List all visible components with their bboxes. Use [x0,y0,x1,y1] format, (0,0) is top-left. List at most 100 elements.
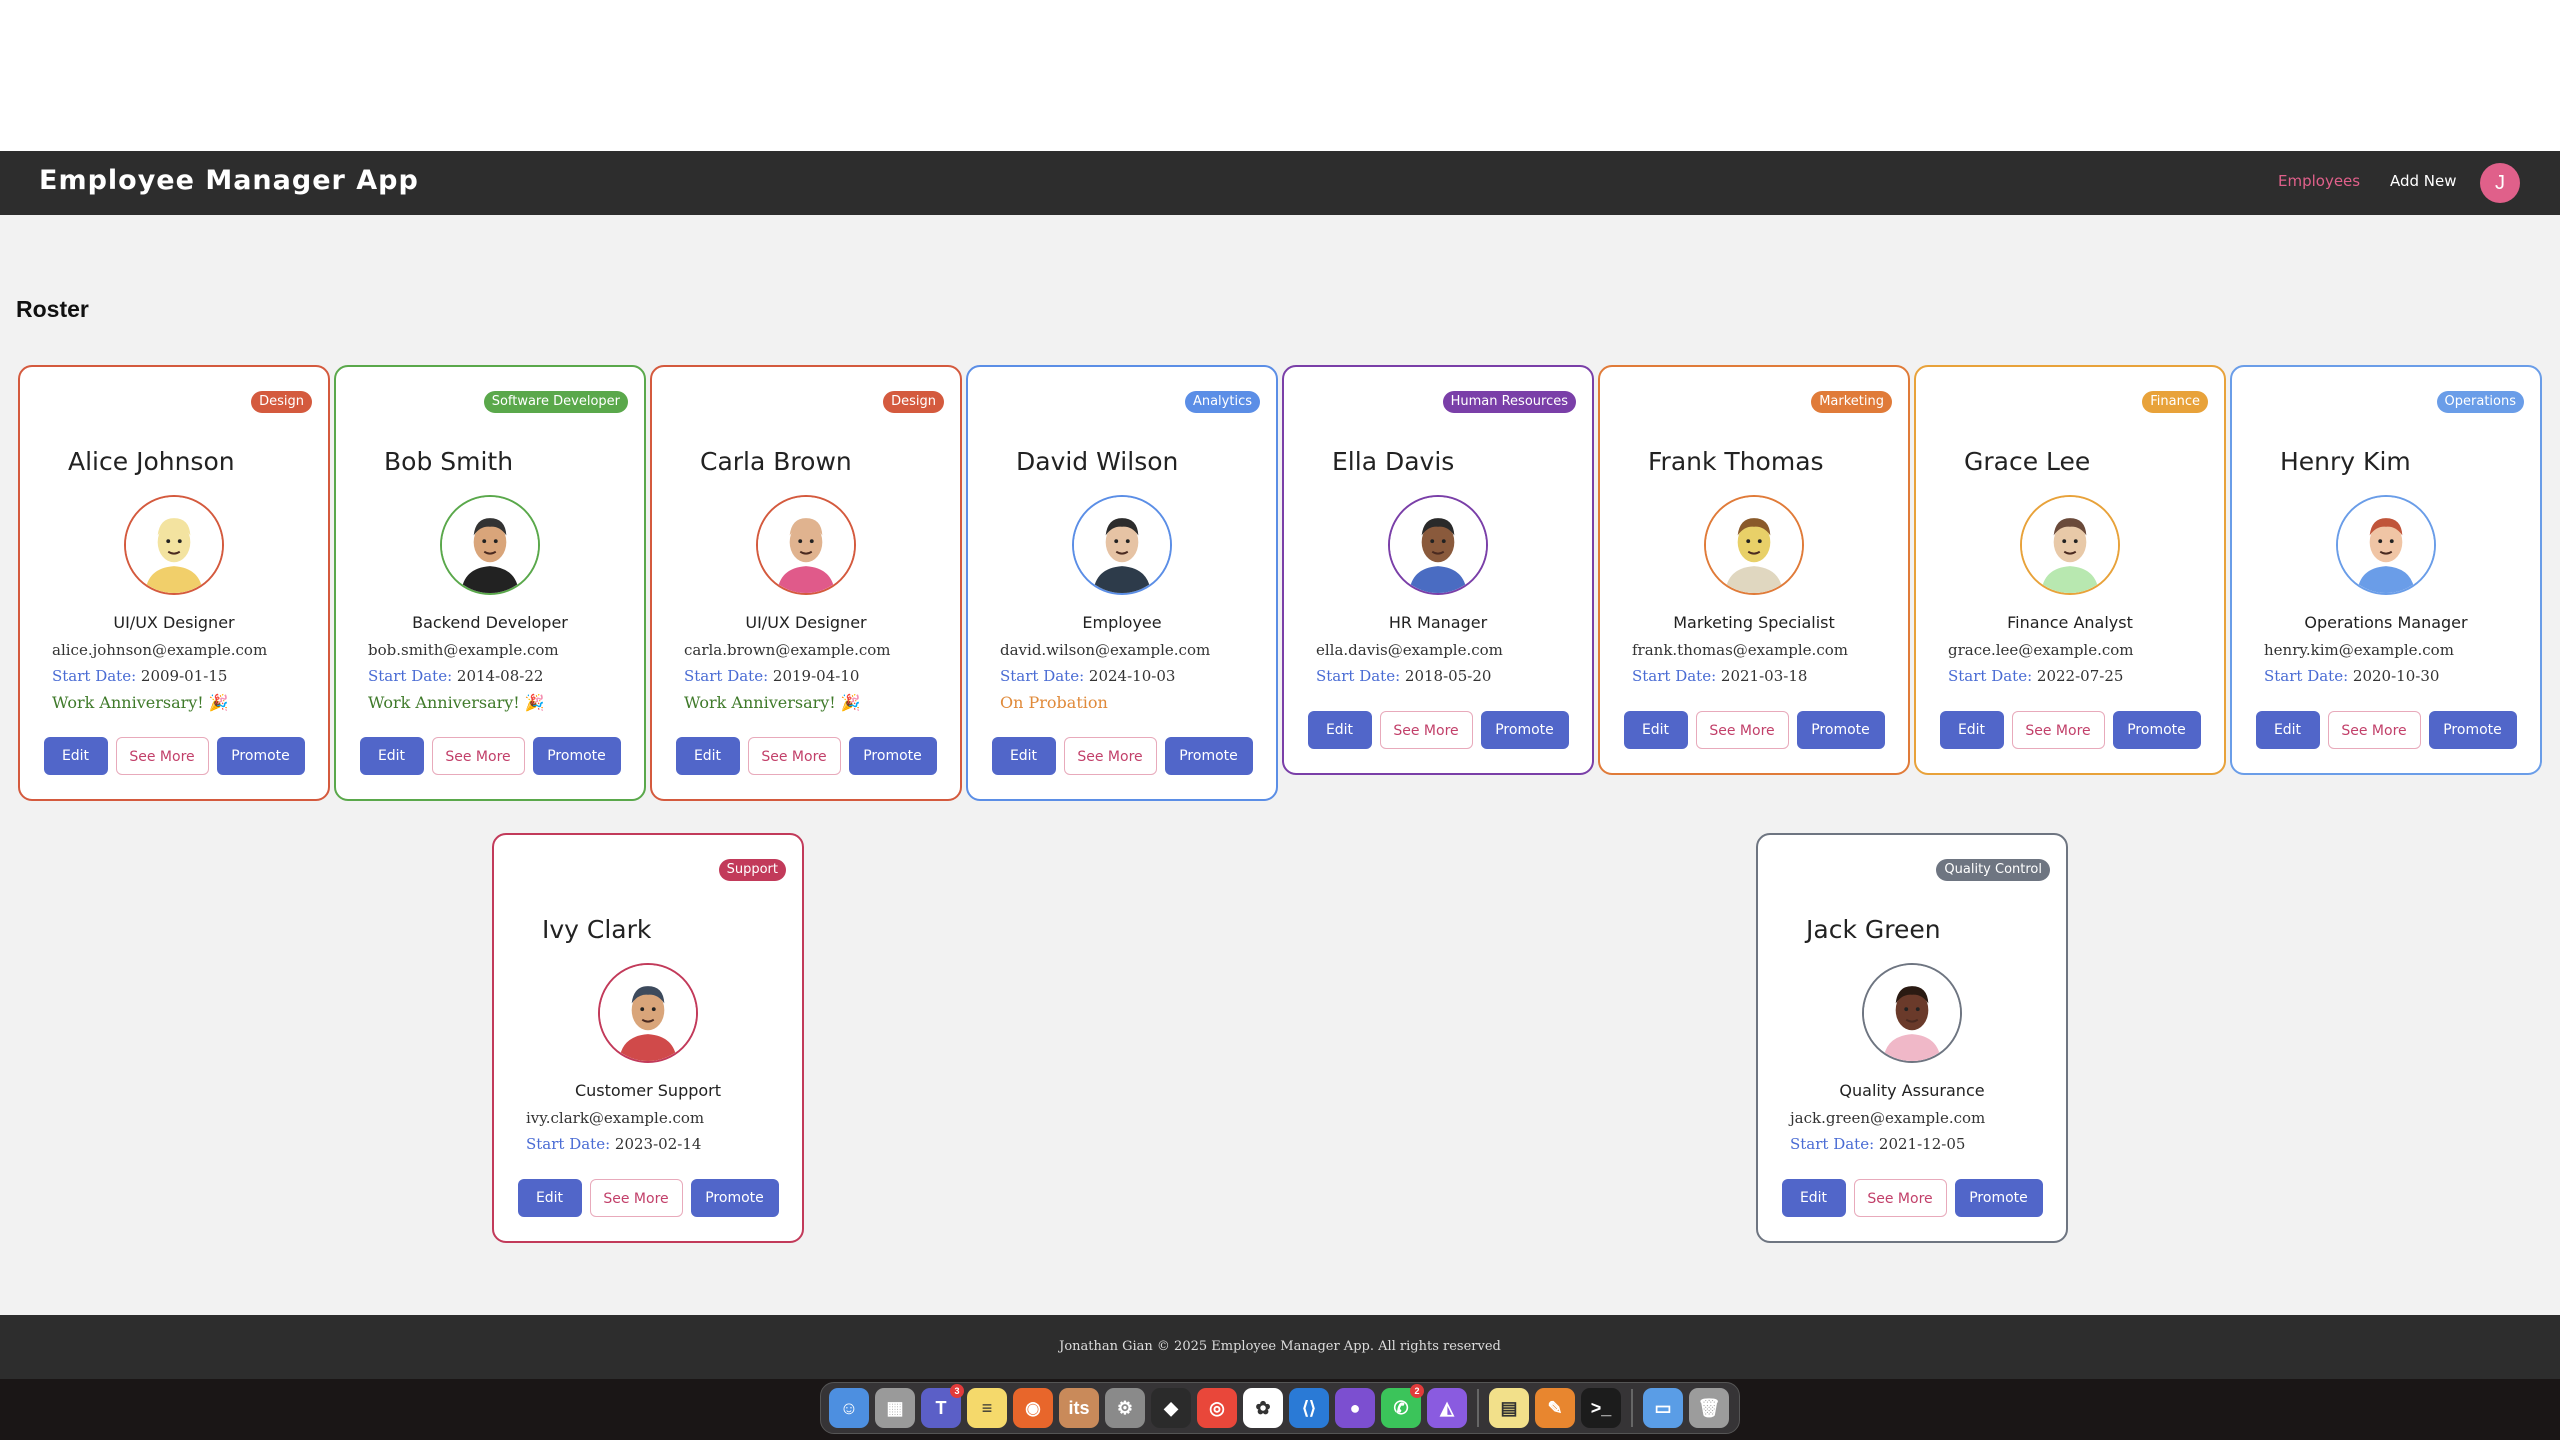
start-date-label: Start Date: [684,667,769,685]
perplexity-icon[interactable]: ◭ [1427,1388,1467,1428]
firefox-icon[interactable]: ◉ [1013,1388,1053,1428]
card-actions: Edit See More Promote [1600,711,1908,749]
employee-card: Quality Control Jack Green Quality Assuran… [1756,833,2068,1243]
start-date-value: 2019-04-10 [772,667,860,685]
see-more-button[interactable]: See More [431,737,525,775]
pencil-app-icon[interactable]: ✎ [1535,1388,1575,1428]
start-date-label: Start Date: [526,1135,611,1153]
employee-name: Grace Lee [1964,447,2091,476]
see-more-button[interactable]: See More [2327,711,2421,749]
whatsapp-icon[interactable]: ✆ 2 [1381,1384,1424,1428]
employee-start-date: Start Date: 2019-04-10 [684,667,859,685]
card-actions: Edit See More Promote [652,737,960,775]
nav-add-new-link[interactable]: Add New [2390,172,2457,190]
stickies-icon[interactable]: ▤ [1489,1388,1529,1428]
promote-button[interactable]: Promote [1796,711,1885,749]
launchpad-icon[interactable]: ▦ [875,1388,915,1428]
promote-button[interactable]: Promote [690,1179,779,1217]
openai-icon[interactable]: ✿ [1243,1388,1283,1428]
employee-card: Marketing Frank Thomas Marketing Specialis… [1598,365,1910,775]
employee-name: Frank Thomas [1648,447,1824,476]
edit-button[interactable]: Edit [43,737,108,775]
employee-role: Backend Developer [412,613,568,632]
employee-email: bob.smith@example.com [368,641,559,659]
edit-button[interactable]: Edit [1623,711,1688,749]
edit-button[interactable]: Edit [1781,1179,1846,1217]
promote-button[interactable]: Promote [2428,711,2517,749]
edit-button[interactable]: Edit [1307,711,1372,749]
edit-button[interactable]: Edit [517,1179,582,1217]
employee-role: Marketing Specialist [1673,613,1835,632]
edit-button[interactable]: Edit [1939,711,2004,749]
employee-email: ella.davis@example.com [1316,641,1503,659]
employee-start-date: Start Date: 2021-03-18 [1632,667,1807,685]
employee-email: grace.lee@example.com [1948,641,2134,659]
see-more-button[interactable]: See More [1695,711,1789,749]
app-title[interactable]: Employee Manager App [39,165,419,196]
employee-role: HR Manager [1388,613,1488,632]
promote-button[interactable]: Promote [1954,1179,2043,1217]
employee-email: jack.green@example.com [1790,1109,1986,1127]
see-more-button[interactable]: See More [747,737,841,775]
overalls-person-avatar [1388,495,1488,595]
start-date-value: 2018-05-20 [1404,667,1492,685]
nav-employees-link[interactable]: Employees [2278,172,2360,190]
user-avatar-button[interactable]: J [2480,163,2520,203]
dock-separator [1631,1389,1633,1427]
employee-card: Operations Henry Kim Operations Manager hen… [2230,365,2542,775]
see-more-button[interactable]: See More [1853,1179,1947,1217]
see-more-button[interactable]: See More [115,737,209,775]
start-date-label: Start Date: [1000,667,1085,685]
bearded-man-avatar [2020,495,2120,595]
employee-email: ivy.clark@example.com [526,1109,705,1127]
start-date-label: Start Date: [1632,667,1717,685]
start-date-value: 2024-10-03 [1088,667,1176,685]
red-beard-avatar [2336,495,2436,595]
employee-card: Software Developer Bob Smith Backend Devel… [334,365,646,801]
employee-email: carla.brown@example.com [684,641,891,659]
folder-icon[interactable]: ▭ [1643,1388,1683,1428]
see-more-button[interactable]: See More [2011,711,2105,749]
employee-email: frank.thomas@example.com [1632,641,1848,659]
see-more-button[interactable]: See More [589,1179,683,1217]
edit-button[interactable]: Edit [991,737,1056,775]
promote-button[interactable]: Promote [1164,737,1253,775]
its-icon[interactable]: its [1059,1388,1099,1428]
edit-button[interactable]: Edit [2255,711,2320,749]
promote-button[interactable]: Promote [848,737,937,775]
bald-person-avatar [756,495,856,595]
promote-button[interactable]: Promote [216,737,305,775]
figma-icon[interactable]: ◆ [1151,1388,1191,1428]
vscode-icon[interactable]: ⟨⟩ [1289,1388,1329,1428]
chrome-icon[interactable]: ◎ [1197,1388,1237,1428]
employee-status-note: Work Anniversary! 🎉 [52,693,229,712]
finder-icon[interactable]: ☺ [829,1388,869,1428]
employee-name: Jack Green [1806,915,1941,944]
page-title: Roster [16,296,89,322]
employee-role: Employee [1082,613,1162,632]
employee-status-note: Work Anniversary! 🎉 [368,693,545,712]
department-badge: Quality Control [1936,859,2050,881]
employee-start-date: Start Date: 2020-10-30 [2264,667,2439,685]
department-badge: Design [883,391,944,413]
promote-button[interactable]: Promote [532,737,621,775]
edit-button[interactable]: Edit [359,737,424,775]
start-date-value: 2023-02-14 [614,1135,702,1153]
trash-icon[interactable]: 🗑 [1689,1388,1729,1428]
github-icon[interactable]: ● [1335,1388,1375,1428]
promote-button[interactable]: Promote [2112,711,2201,749]
curly-hair-avatar [1704,495,1804,595]
terminal-icon[interactable]: >_ [1581,1388,1621,1428]
employee-email: david.wilson@example.com [1000,641,1211,659]
promote-button[interactable]: Promote [1480,711,1569,749]
settings-icon[interactable]: ⚙ [1105,1388,1145,1428]
notes-icon[interactable]: ≡ [967,1388,1007,1428]
footer: Jonathan Gian © 2025 Employee Manager Ap… [0,1315,2560,1379]
teams-icon[interactable]: T3 [921,1384,964,1428]
edit-button[interactable]: Edit [675,737,740,775]
blonde-character-avatar [124,495,224,595]
see-more-button[interactable]: See More [1379,711,1473,749]
employee-name: Henry Kim [2280,447,2411,476]
see-more-button[interactable]: See More [1063,737,1157,775]
employee-status-note: On Probation [1000,693,1108,712]
